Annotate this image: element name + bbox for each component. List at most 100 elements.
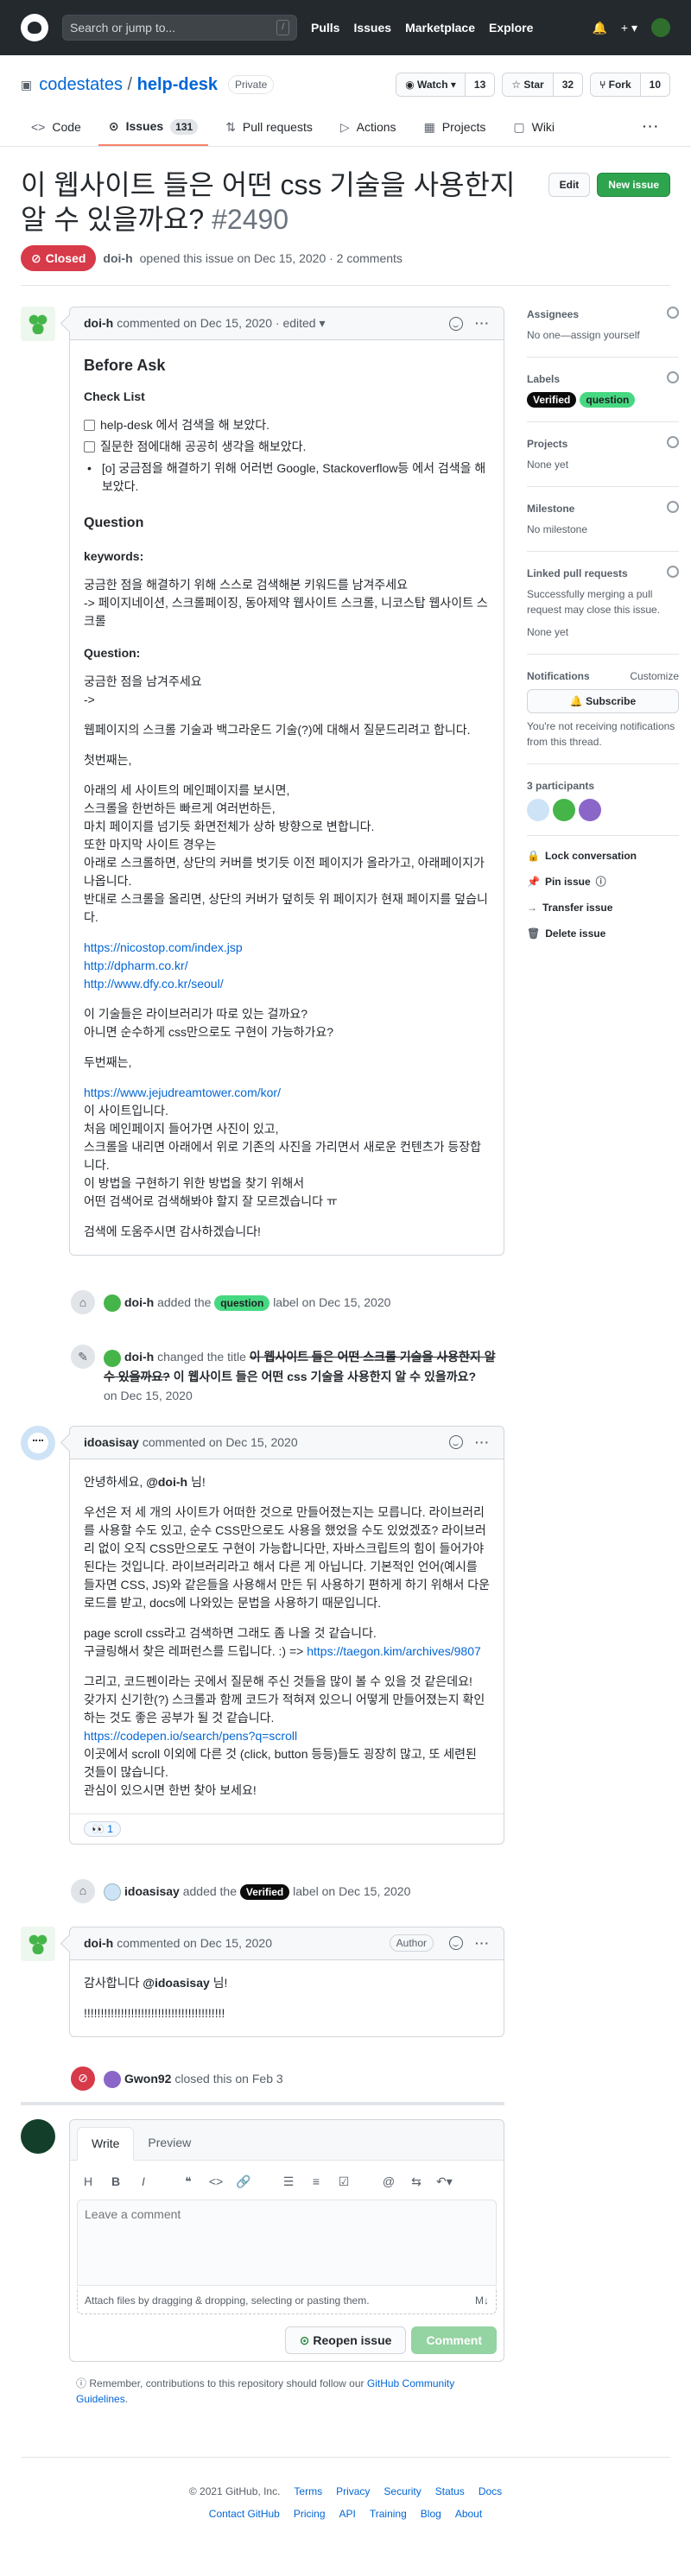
search-input[interactable]: Search or jump to... / [62, 15, 297, 41]
tab-projects[interactable]: ▦ Projects [414, 111, 497, 146]
more-tabs-button[interactable]: ··· [632, 111, 670, 146]
comment-meta[interactable]: commented on Dec 15, 2020 [143, 1434, 298, 1452]
reply-icon[interactable]: ↶▾ [436, 2173, 453, 2191]
comment-meta[interactable]: commented on Dec 15, 2020 · edited ▾ [117, 314, 325, 332]
watch-button[interactable]: ◉ Watch ▾ 13 [396, 73, 496, 97]
link-dpharm[interactable]: http://dpharm.co.kr/ [84, 959, 188, 972]
footer-link-blog[interactable]: Blog [421, 2506, 441, 2522]
bold-icon[interactable]: B [108, 2173, 124, 2191]
tab-wiki[interactable]: ▢ Wiki [503, 111, 565, 146]
new-issue-button[interactable]: New issue [597, 173, 670, 197]
comment-author[interactable]: doi-h [84, 1934, 113, 1953]
ordered-list-icon[interactable]: ≡ [308, 2173, 324, 2191]
customize-link[interactable]: Customize [630, 668, 679, 684]
user-avatar[interactable] [651, 18, 670, 37]
attach-files-bar[interactable]: Attach files by dragging & dropping, sel… [77, 2288, 497, 2315]
footer-link-privacy[interactable]: Privacy [336, 2484, 370, 2499]
star-count[interactable]: 32 [552, 73, 583, 96]
link-icon[interactable]: 🔗 [236, 2173, 251, 2191]
gear-icon[interactable] [667, 566, 679, 578]
event-actor[interactable]: idoasisay [124, 1884, 180, 1898]
emoji-icon[interactable] [449, 1435, 463, 1450]
transfer-issue-link[interactable]: → Transfer issue [527, 895, 679, 921]
quote-icon[interactable]: ❝ [181, 2173, 196, 2191]
footer-link-about[interactable]: About [455, 2506, 482, 2522]
checkbox[interactable] [84, 420, 95, 431]
current-user-avatar[interactable] [21, 2119, 55, 2155]
actor-avatar[interactable] [104, 1883, 121, 1901]
task-list-icon[interactable]: ☑ [336, 2173, 352, 2191]
emoji-icon[interactable] [449, 316, 463, 331]
mention-link[interactable]: @idoasisay [143, 1976, 209, 1990]
gear-icon[interactable] [667, 307, 679, 319]
avatar[interactable] [21, 1926, 55, 1961]
label-verified[interactable]: Verified [527, 392, 577, 408]
repo-name-link[interactable]: help-desk [137, 75, 218, 94]
event-actor[interactable]: doi-h [124, 1350, 154, 1364]
participant-avatar[interactable] [553, 799, 575, 821]
link-nicostop[interactable]: https://nicostop.com/index.jsp [84, 940, 243, 954]
tab-write[interactable]: Write [77, 2127, 135, 2161]
footer-link-status[interactable]: Status [435, 2484, 465, 2499]
code-icon[interactable]: <> [208, 2173, 224, 2191]
watch-count[interactable]: 13 [464, 73, 495, 96]
tab-code[interactable]: <> Code [21, 111, 92, 146]
footer-link-terms[interactable]: Terms [294, 2484, 322, 2499]
bell-icon[interactable]: 🔔 [592, 19, 606, 37]
link-jejudreamtower[interactable]: https://www.jejudreamtower.com/kor/ [84, 1085, 281, 1099]
subscribe-button[interactable]: 🔔 Subscribe [527, 689, 679, 713]
italic-icon[interactable]: I [136, 2173, 151, 2191]
more-options-icon[interactable]: ··· [475, 1434, 490, 1452]
edit-title-button[interactable]: Edit [548, 173, 591, 197]
event-actor[interactable]: doi-h [124, 1295, 154, 1309]
markdown-icon[interactable]: M↓ [475, 2293, 489, 2308]
comment-meta[interactable]: commented on Dec 15, 2020 [117, 1934, 272, 1953]
issue-author-link[interactable]: doi-h [103, 251, 132, 265]
footer-link-docs[interactable]: Docs [479, 2484, 502, 2499]
mention-link[interactable]: @doi-h [146, 1475, 187, 1489]
nav-issues[interactable]: Issues [353, 19, 391, 37]
tab-preview[interactable]: Preview [134, 2127, 205, 2160]
star-button[interactable]: ☆ Star 32 [502, 73, 584, 97]
heading-icon[interactable]: H [80, 2173, 96, 2191]
footer-link-pricing[interactable]: Pricing [294, 2506, 326, 2522]
comment-textarea[interactable] [77, 2199, 497, 2287]
delete-issue-link[interactable]: 🗑 Delete issue [527, 921, 679, 946]
more-options-icon[interactable]: ··· [475, 314, 490, 332]
emoji-icon[interactable] [449, 1936, 463, 1951]
pin-issue-link[interactable]: 📌 Pin issue ⓘ [527, 869, 679, 895]
label-question[interactable]: question [214, 1295, 270, 1311]
nav-marketplace[interactable]: Marketplace [405, 19, 475, 37]
nav-explore[interactable]: Explore [489, 19, 533, 37]
mention-icon[interactable]: @ [381, 2173, 396, 2191]
gear-icon[interactable] [667, 371, 679, 383]
tab-pull-requests[interactable]: ⇅ Pull requests [215, 111, 323, 146]
footer-link-security[interactable]: Security [384, 2484, 421, 2499]
checkbox[interactable] [84, 441, 95, 453]
comment-button[interactable]: Comment [411, 2326, 497, 2355]
participant-avatar[interactable] [579, 799, 601, 821]
gear-icon[interactable] [667, 501, 679, 513]
link-dfy[interactable]: http://www.dfy.co.kr/seoul/ [84, 977, 224, 991]
lock-conversation-link[interactable]: 🔒 Lock conversation [527, 843, 679, 869]
event-actor[interactable]: Gwon92 [124, 2072, 171, 2085]
link-codepen[interactable]: https://codepen.io/search/pens?q=scroll [84, 1729, 297, 1743]
plus-icon[interactable]: + ▾ [621, 19, 637, 37]
label-verified[interactable]: Verified [239, 1883, 290, 1900]
participant-avatar[interactable] [527, 799, 549, 821]
more-options-icon[interactable]: ··· [475, 1934, 490, 1953]
footer-link-training[interactable]: Training [370, 2506, 407, 2522]
label-question[interactable]: question [580, 392, 636, 408]
avatar[interactable] [21, 307, 55, 341]
tab-actions[interactable]: ▷ Actions [330, 111, 407, 146]
actor-avatar[interactable] [104, 1349, 121, 1367]
actor-avatar[interactable] [104, 1294, 121, 1313]
comment-author[interactable]: doi-h [84, 314, 113, 332]
link-taegon[interactable]: https://taegon.kim/archives/9807 [307, 1644, 481, 1658]
footer-link-api[interactable]: API [339, 2506, 356, 2522]
actor-avatar[interactable] [104, 2071, 121, 2089]
comment-author[interactable]: idoasisay [84, 1434, 139, 1452]
avatar[interactable] [21, 1425, 55, 1460]
footer-link-contact[interactable]: Contact GitHub [209, 2506, 280, 2522]
cross-reference-icon[interactable]: ⇆ [409, 2173, 424, 2191]
